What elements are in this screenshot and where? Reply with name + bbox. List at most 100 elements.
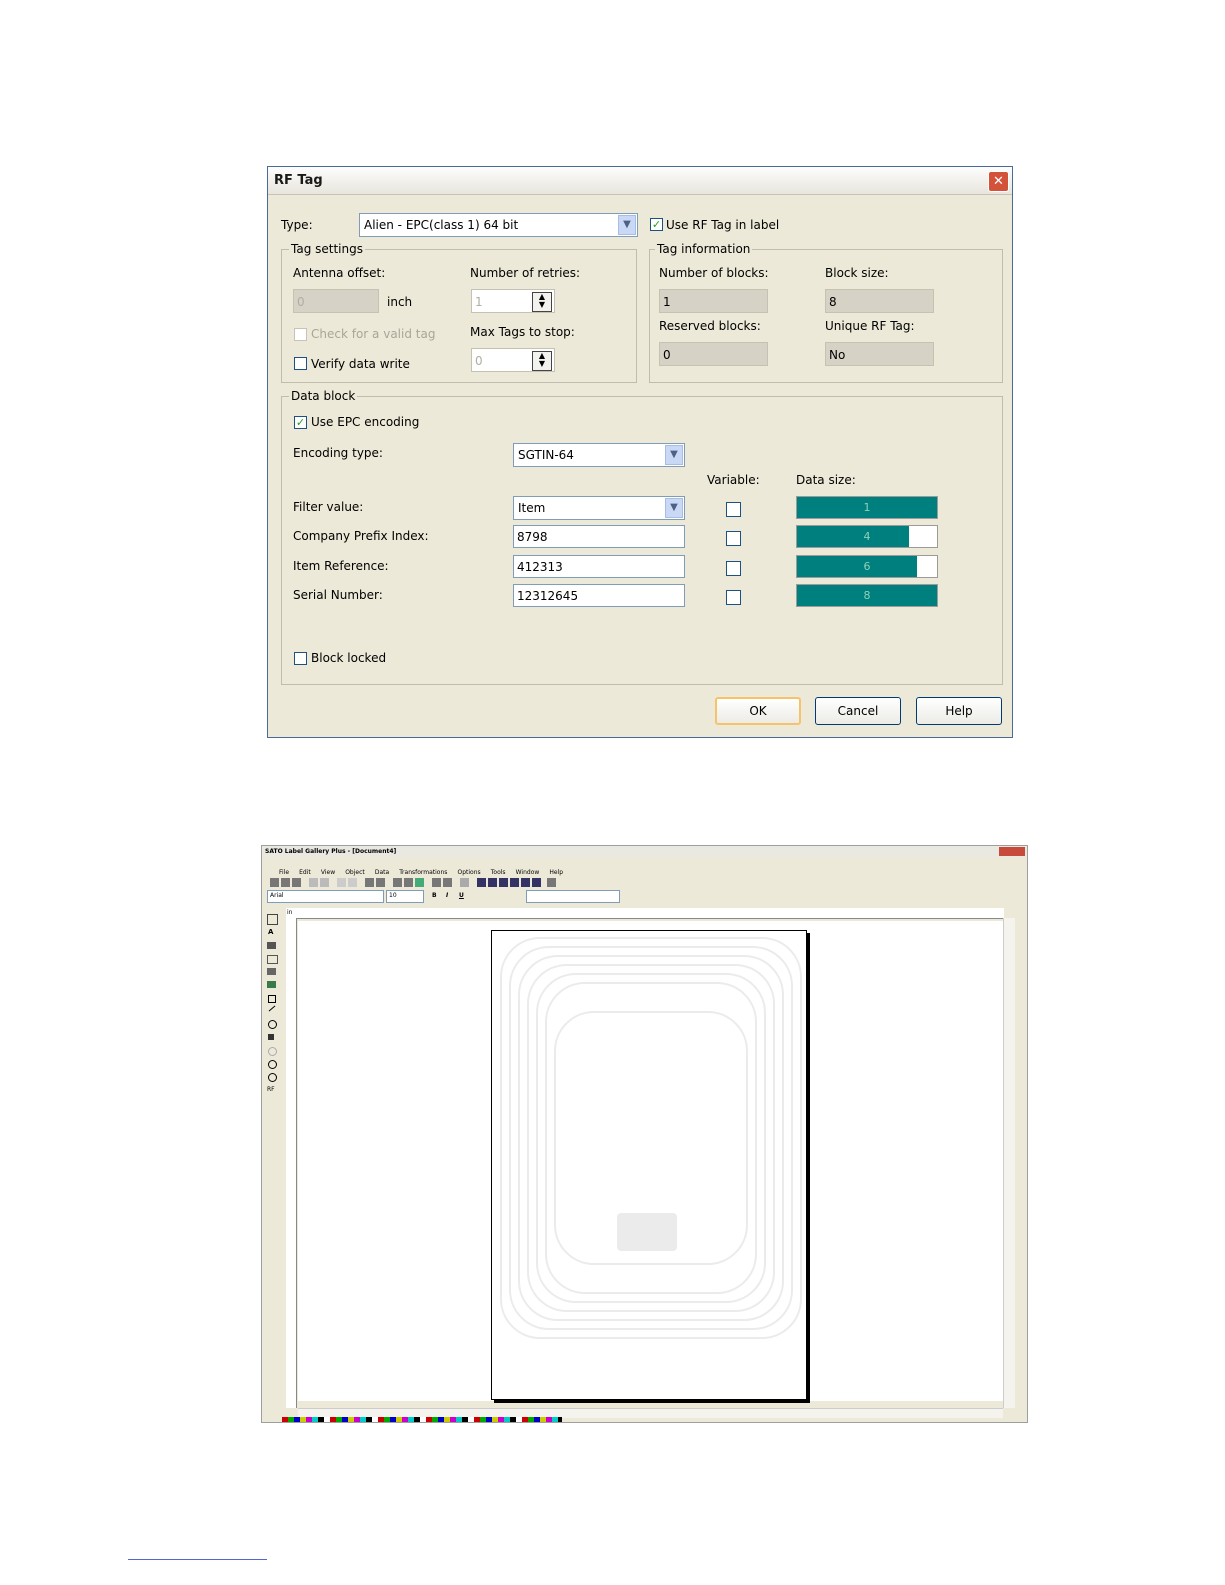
- close-icon[interactable]: ✕: [988, 171, 1009, 192]
- serial-number-input[interactable]: 12312645: [513, 584, 685, 607]
- align-left-icon[interactable]: [499, 878, 508, 887]
- save-icon[interactable]: [292, 878, 301, 887]
- serial-number-label: Serial Number:: [293, 588, 383, 602]
- data-size-header: Data size:: [796, 473, 856, 487]
- antenna-offset-value: 0: [297, 295, 305, 309]
- filter-value-label: Filter value:: [293, 500, 364, 514]
- database-icon[interactable]: [415, 878, 424, 887]
- zoom-select-icon[interactable]: [404, 878, 413, 887]
- align-center-icon[interactable]: [521, 878, 530, 887]
- use-epc-label: Use EPC encoding: [311, 415, 420, 429]
- style-select[interactable]: [526, 890, 620, 903]
- fill-tool-icon[interactable]: [268, 1034, 274, 1040]
- label-gallery-window: SATO Label Gallery Plus - [Document4] Fi…: [261, 845, 1028, 1423]
- align-top-icon[interactable]: [477, 878, 486, 887]
- rf-chip: [617, 1213, 677, 1251]
- align-bottom-icon[interactable]: [488, 878, 497, 887]
- use-rf-tag-checkbox[interactable]: ✓: [650, 218, 663, 231]
- max-tags-stepper[interactable]: 0 ▲ ▼: [471, 348, 555, 372]
- font-name-select[interactable]: Arial: [267, 890, 384, 903]
- label-paper[interactable]: [491, 930, 807, 1400]
- italic-button[interactable]: I: [446, 892, 448, 899]
- field-tool-icon[interactable]: [267, 955, 278, 964]
- filter-variable-checkbox[interactable]: [726, 502, 741, 517]
- grid-icon[interactable]: [432, 878, 441, 887]
- ok-button[interactable]: OK: [715, 697, 801, 725]
- app-title-bar[interactable]: SATO Label Gallery Plus - [Document4]: [262, 846, 1027, 857]
- filter-value-select[interactable]: Item ▼: [513, 496, 685, 520]
- check-valid-tag-label: Check for a valid tag: [311, 327, 436, 341]
- verify-data-write-checkbox[interactable]: [294, 357, 307, 370]
- rotate-tool-icon[interactable]: [268, 1047, 277, 1056]
- print-icon[interactable]: [365, 878, 374, 887]
- line-tool-icon[interactable]: [268, 1005, 276, 1012]
- dialog-title-bar[interactable]: RF Tag ✕: [268, 167, 1012, 195]
- unique-rf-tag-field: No: [825, 342, 934, 366]
- encoding-type-select[interactable]: SGTIN-64 ▼: [513, 443, 685, 467]
- data-size-value: 8: [863, 589, 871, 602]
- data-size-value: 4: [863, 530, 871, 543]
- blocks-field: 1: [659, 289, 768, 313]
- text-tool-icon[interactable]: A: [268, 928, 273, 936]
- type-select[interactable]: Alien - EPC(class 1) 64 bit ▼: [359, 213, 638, 237]
- new-document-icon[interactable]: [270, 878, 279, 887]
- copy-icon[interactable]: [320, 878, 329, 887]
- block-size-field: 8: [825, 289, 934, 313]
- type-value: Alien - EPC(class 1) 64 bit: [364, 218, 519, 232]
- rectangle-tool-icon[interactable]: [268, 995, 276, 1003]
- font-size-select[interactable]: 10: [386, 890, 424, 903]
- company-prefix-variable-checkbox[interactable]: [726, 531, 741, 546]
- table-tool-icon[interactable]: [267, 968, 276, 975]
- item-reference-variable-checkbox[interactable]: [726, 561, 741, 576]
- underline-button[interactable]: U: [459, 892, 464, 899]
- ellipse-tool-icon[interactable]: [268, 1020, 277, 1029]
- layer-icon[interactable]: [460, 878, 469, 887]
- ruler-unit: in: [287, 909, 293, 916]
- antenna-offset-field[interactable]: 0: [293, 289, 379, 313]
- item-reference-input[interactable]: 412313: [513, 555, 685, 578]
- rf-tool-icon[interactable]: RF: [267, 1086, 275, 1093]
- image-tool-icon[interactable]: [267, 981, 276, 988]
- redo-icon[interactable]: [348, 878, 357, 887]
- block-locked-checkbox[interactable]: [294, 652, 307, 665]
- cancel-button[interactable]: Cancel: [815, 697, 901, 725]
- snap-icon[interactable]: [443, 878, 452, 887]
- reserved-blocks-value: 0: [663, 348, 671, 362]
- font-name-value: Arial: [270, 892, 284, 899]
- chevron-down-icon[interactable]: ▼: [665, 498, 683, 518]
- rf-tag-dialog: RF Tag ✕ Type: Alien - EPC(class 1) 64 b…: [267, 166, 1013, 738]
- color-palette[interactable]: [282, 1417, 562, 1422]
- print-preview-icon[interactable]: [376, 878, 385, 887]
- align-right-icon[interactable]: [510, 878, 519, 887]
- open-folder-icon[interactable]: [281, 878, 290, 887]
- chevron-down-icon[interactable]: ▼: [618, 215, 636, 235]
- company-prefix-input[interactable]: 8798: [513, 525, 685, 548]
- serial-number-variable-checkbox[interactable]: [726, 590, 741, 605]
- zoom-page-icon[interactable]: [393, 878, 402, 887]
- use-rf-tag-label: Use RF Tag in label: [666, 218, 780, 232]
- distribute-icon[interactable]: [532, 878, 541, 887]
- vertical-scrollbar[interactable]: [1003, 918, 1015, 1408]
- help-button[interactable]: Help: [916, 697, 1002, 725]
- bold-button[interactable]: B: [432, 892, 437, 899]
- spinner-arrows-icon[interactable]: ▲ ▼: [532, 292, 552, 312]
- check-valid-tag-checkbox[interactable]: [294, 328, 307, 341]
- antenna-offset-label: Antenna offset:: [293, 266, 386, 280]
- company-prefix-label: Company Prefix Index:: [293, 529, 429, 543]
- barcode-tool-icon[interactable]: [267, 942, 276, 949]
- pointer-icon[interactable]: [267, 914, 278, 925]
- undo-icon[interactable]: [337, 878, 346, 887]
- retries-stepper[interactable]: 1 ▲ ▼: [471, 289, 555, 313]
- use-epc-checkbox[interactable]: ✓: [294, 416, 307, 429]
- zoom-in-icon[interactable]: [268, 1060, 277, 1069]
- font-size-value: 10: [389, 892, 397, 899]
- block-size-label: Block size:: [825, 266, 889, 280]
- cut-icon[interactable]: [309, 878, 318, 887]
- spinner-arrows-icon[interactable]: ▲ ▼: [532, 351, 552, 371]
- window-controls-icon[interactable]: [999, 847, 1025, 856]
- help-icon[interactable]: [547, 878, 556, 887]
- zoom-out-icon[interactable]: [268, 1073, 277, 1082]
- chevron-down-icon[interactable]: ▼: [665, 445, 683, 465]
- footer-underline: [128, 1559, 267, 1560]
- item-reference-data-size-bar: 6: [796, 555, 938, 578]
